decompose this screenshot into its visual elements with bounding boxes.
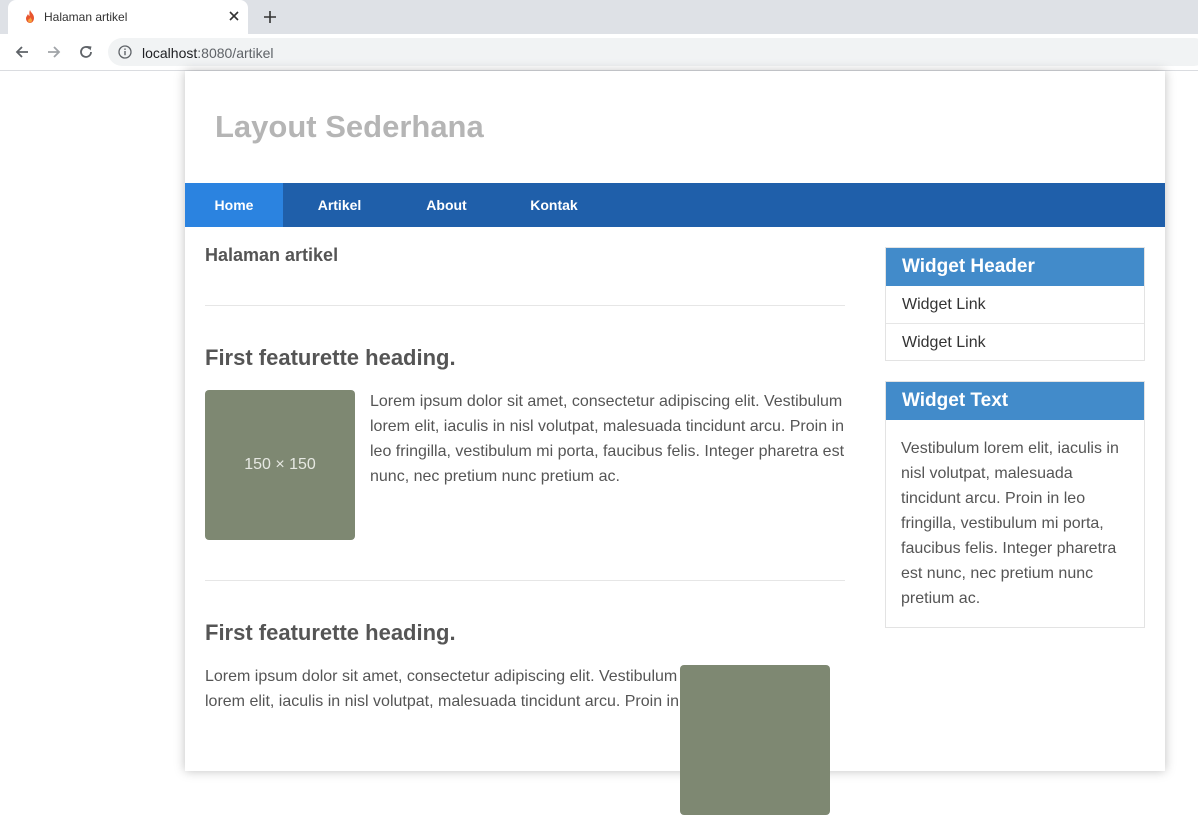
text-line: lorem elit, iaculis in nisl volutpat, ma… [370, 418, 845, 435]
text-line: leo fringilla, vestibulum mi porta, fauc… [370, 443, 845, 460]
address-bar[interactable]: localhost:8080/artikel [108, 38, 1198, 66]
page-heading: Halaman artikel [205, 245, 339, 265]
featurette-heading: First featurette heading. [205, 620, 456, 645]
featurette-heading: First featurette heading. [205, 345, 456, 370]
url-text: localhost:8080/artikel [142, 45, 274, 61]
text-line: nisl volutpat, malesuada [901, 465, 1073, 482]
featurette-image-placeholder [680, 665, 830, 815]
tab-strip: Halaman artikel [0, 0, 1198, 34]
new-tab-icon[interactable] [259, 6, 281, 28]
widget-link[interactable]: Widget Link [886, 323, 1144, 360]
page-container: Layout Sederhana Home Artikel About Kont… [185, 71, 1165, 815]
close-icon[interactable] [225, 7, 243, 25]
divider [205, 305, 845, 306]
browser-toolbar: localhost:8080/artikel [0, 34, 1198, 70]
widget-body: Vestibulum lorem elit, iaculis in nisl v… [886, 420, 1144, 627]
text-line: est nunc, nec pretium nunc [901, 565, 1094, 582]
text-line: Vestibulum lorem elit, iaculis in [901, 440, 1119, 457]
reload-icon[interactable] [74, 40, 98, 64]
image-size-label: 150 × 150 [244, 456, 316, 473]
featurette-image-placeholder: 150 × 150 [205, 390, 355, 540]
text-line: Lorem ipsum dolor sit amet, consectetur … [370, 393, 843, 410]
nav-item-home[interactable]: Home [185, 183, 283, 227]
back-arrow-icon[interactable] [10, 40, 34, 64]
site-title: Layout Sederhana [215, 109, 484, 144]
text-line: Lorem ipsum dolor sit amet, consectetur … [205, 668, 678, 685]
flame-icon [23, 9, 37, 25]
browser-tab[interactable]: Halaman artikel [8, 0, 248, 34]
tab-title: Halaman artikel [44, 10, 128, 24]
featurette-text: Lorem ipsum dolor sit amet, consectetur … [370, 389, 850, 489]
widget-text: Widget Text Vestibulum lorem elit, iacul… [885, 381, 1145, 628]
divider [205, 580, 845, 581]
widget-header: Widget Header [886, 248, 1144, 286]
text-line: pretium ac. [901, 590, 981, 607]
site-header: Layout Sederhana [185, 71, 1165, 183]
widget-links: Widget Header Widget Link Widget Link [885, 247, 1145, 361]
text-line: faucibus felis. Integer pharetra [901, 540, 1117, 557]
main-nav: Home Artikel About Kontak [185, 183, 1165, 227]
text-line: tincidunt arcu. Proin in leo [901, 490, 1086, 507]
widget-link[interactable]: Widget Link [886, 286, 1144, 323]
featurette-text: Lorem ipsum dolor sit amet, consectetur … [205, 664, 685, 714]
text-line: nunc, nec pretium nunc pretium ac. [370, 468, 620, 485]
nav-item-kontak[interactable]: Kontak [497, 183, 611, 227]
info-icon[interactable] [118, 45, 132, 59]
nav-item-artikel[interactable]: Artikel [283, 183, 396, 227]
widget-header: Widget Text [886, 382, 1144, 420]
nav-item-about[interactable]: About [396, 183, 497, 227]
text-line: lorem elit, iaculis in nisl volutpat, ma… [205, 693, 680, 710]
forward-arrow-icon[interactable] [42, 40, 66, 64]
text-line: fringilla, vestibulum mi porta, [901, 515, 1104, 532]
